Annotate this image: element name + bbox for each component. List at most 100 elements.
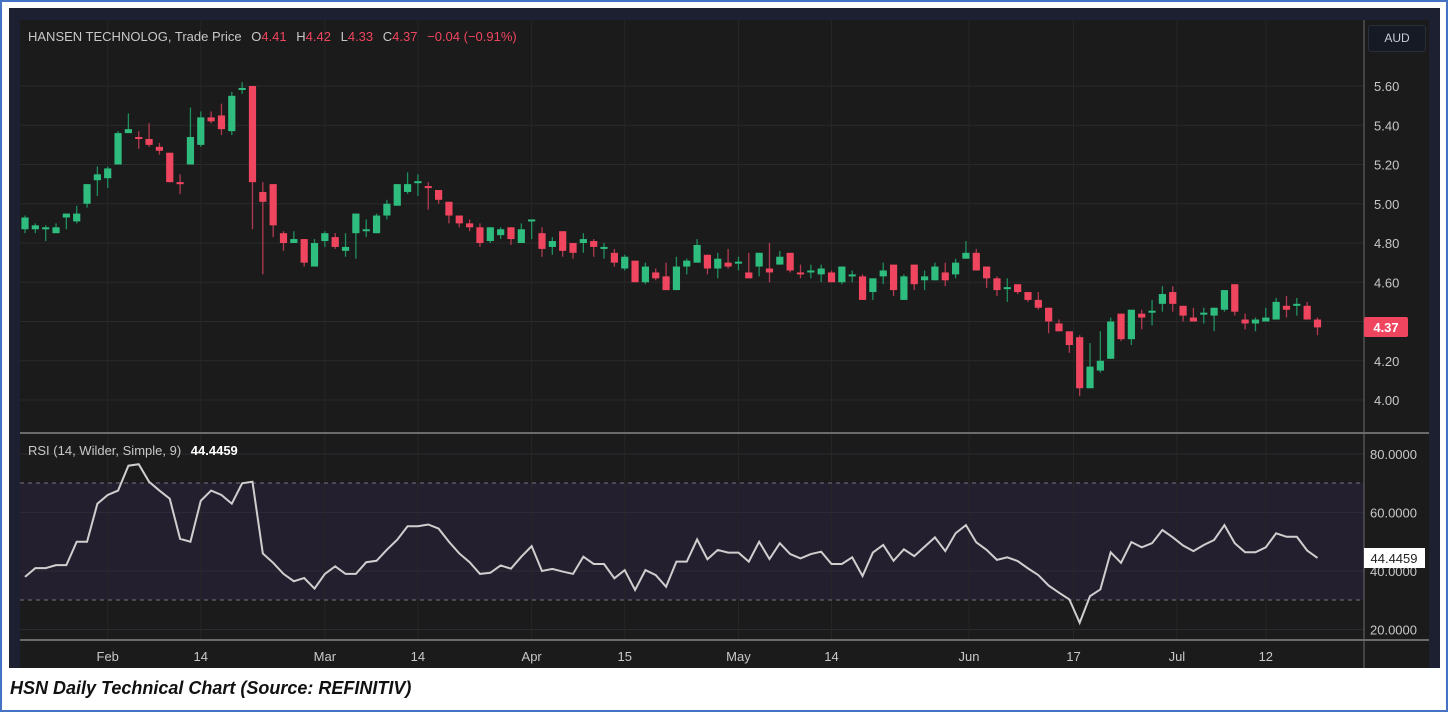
candle-body [1241, 319, 1249, 324]
candle-body [321, 233, 329, 242]
candle-body [528, 219, 536, 222]
candle-body [1076, 337, 1084, 389]
candle-body [983, 266, 991, 279]
candle-body [1065, 331, 1073, 346]
candle-body [403, 184, 412, 192]
candle-up [228, 91, 236, 136]
candle-up [900, 274, 908, 300]
candle-down [1076, 335, 1084, 397]
candle-body [197, 117, 205, 145]
candle-up [838, 266, 846, 285]
price-tick-label: 5.40 [1374, 118, 1399, 133]
price-tick-label: 4.20 [1374, 354, 1399, 369]
candle-body [135, 137, 143, 140]
candle-body [341, 246, 350, 251]
candle-body [1169, 292, 1177, 304]
candle-body [703, 254, 712, 269]
candle-body [507, 227, 515, 240]
candle-body [52, 227, 60, 234]
candle-down [300, 239, 308, 267]
candle-body [1148, 310, 1156, 313]
candle-body [1127, 309, 1135, 340]
candle-body [796, 272, 805, 275]
rsi-value-label: 44.4459 [1371, 551, 1418, 566]
candle-body [548, 241, 556, 247]
candle-body [1282, 305, 1291, 310]
high-value: 4.42 [306, 29, 331, 44]
candle-body [290, 239, 298, 243]
candle-up [114, 131, 122, 165]
candle-body [755, 252, 763, 267]
candle-body [631, 260, 639, 283]
currency-button[interactable]: AUD [1368, 25, 1426, 52]
price-tick-label: 4.60 [1374, 275, 1399, 290]
candle-down [166, 152, 174, 183]
candle-body [1220, 290, 1229, 310]
time-tick-label: 15 [617, 649, 631, 664]
price-tick-label: 5.60 [1374, 79, 1399, 94]
time-tick-label: May [726, 649, 751, 664]
candle-body [166, 152, 174, 183]
price-tick-label: 5.20 [1374, 158, 1399, 173]
candle-body [962, 252, 970, 259]
candle-body [269, 184, 277, 226]
candle-body [352, 213, 360, 234]
symbol-title: HANSEN TECHNOLOG, Trade Price [28, 29, 242, 44]
candle-up [1107, 317, 1115, 359]
rsi-tick-label: 20.0000 [1370, 623, 1417, 638]
time-tick-label: 14 [194, 649, 208, 664]
candle-body [466, 223, 474, 228]
candle-body [279, 233, 288, 243]
candle-body [1272, 301, 1280, 320]
time-tick-label: Mar [314, 649, 337, 664]
candle-body [1293, 303, 1301, 306]
candle-body [817, 268, 825, 275]
low-label: L [341, 29, 348, 44]
last-price-label: 4.37 [1373, 320, 1398, 335]
candle-body [445, 201, 453, 216]
candle-body [538, 233, 546, 249]
chart-canvas[interactable]: 4.004.204.404.604.805.005.205.405.6020.0… [0, 0, 1448, 712]
candle-body [1034, 299, 1042, 308]
candle-body [993, 278, 1001, 291]
candle-body [42, 227, 50, 230]
candle-body [858, 276, 867, 300]
candle-body [176, 182, 184, 185]
candle-body [776, 256, 784, 265]
candle-body [1055, 323, 1063, 332]
candle-body [83, 184, 91, 204]
candle-body [114, 133, 122, 165]
time-tick-label: 12 [1259, 649, 1273, 664]
candle-body [217, 115, 226, 130]
rsi-tick-label: 80.0000 [1370, 447, 1417, 462]
chart-caption: HSN Daily Technical Chart (Source: REFIN… [10, 678, 412, 698]
candle-body [517, 229, 525, 243]
close-label: C [383, 29, 392, 44]
candle-body [1096, 360, 1104, 371]
candle-body [569, 243, 577, 253]
candle-body [931, 266, 939, 281]
candle-body [1210, 307, 1218, 316]
rsi-legend: RSI (14, Wilder, Simple, 9) 44.4459 [28, 443, 238, 458]
candle-body [145, 138, 153, 145]
candle-body [124, 129, 132, 134]
candle-down [631, 260, 639, 283]
candle-body [1158, 294, 1166, 304]
candle-body [393, 184, 401, 206]
candle-body [1024, 292, 1032, 300]
candle-body [1189, 317, 1198, 322]
price-tick-label: 5.00 [1374, 197, 1399, 212]
candle-up [1220, 290, 1229, 312]
change-value: −0.04 (−0.91%) [427, 29, 517, 44]
candle-body [734, 261, 743, 264]
candle-body [952, 262, 960, 275]
candle-body [1138, 313, 1146, 318]
candle-body [641, 266, 649, 283]
low-value: 4.33 [348, 29, 373, 44]
candle-body [920, 276, 929, 281]
candle-down [1231, 284, 1239, 316]
candle-body [372, 215, 381, 234]
candle-body [62, 213, 70, 218]
candle-body [248, 86, 257, 183]
candle-body [21, 217, 29, 230]
